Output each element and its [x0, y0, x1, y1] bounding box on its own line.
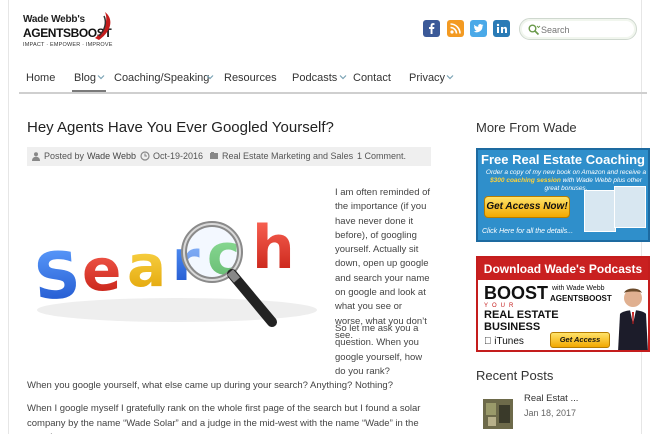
twitter-icon[interactable] [470, 20, 487, 37]
facebook-icon[interactable] [423, 20, 440, 37]
post-comments-link[interactable]: 1 Comment. [357, 151, 406, 161]
post-title[interactable]: Hey Agents Have You Ever Googled Yoursel… [27, 119, 334, 136]
podcast-ad-banner[interactable]: Download Wade's Podcasts BOOST YOUR REAL… [476, 256, 650, 352]
svg-text:h: h [252, 213, 295, 283]
nav-privacy[interactable]: Privacy [409, 72, 445, 84]
post-category-link[interactable]: Real Estate Marketing and Sales [222, 151, 353, 161]
presenter-photo [618, 288, 648, 350]
search-concept-image: S e a r c h [32, 213, 317, 327]
chevron-down-icon [339, 75, 347, 80]
calendar-icon [140, 151, 150, 161]
main-nav: Home Blog Coaching/Speaking Resources Po… [19, 66, 647, 92]
sidebar-more-heading: More From Wade [476, 120, 577, 135]
nav-resources[interactable]: Resources [224, 72, 277, 84]
search-icon [528, 24, 541, 36]
page-frame: Wade Webb's AGENTSBOOST IMPACT · EMPOWER… [8, 0, 650, 434]
svg-text:e: e [82, 236, 121, 304]
nav-home[interactable]: Home [26, 72, 55, 84]
nav-coaching-speaking[interactable]: Coaching/Speaking [114, 72, 209, 84]
get-access-button[interactable]: Get Access Now! [550, 332, 610, 350]
chevron-down-icon [97, 75, 105, 80]
linkedin-icon[interactable] [493, 20, 510, 37]
nav-divider [19, 92, 647, 94]
chevron-down-icon [446, 75, 454, 80]
nav-blog[interactable]: Blog [74, 72, 96, 84]
ad-title: Free Real Estate Coaching [481, 152, 645, 167]
logo-line1: Wade Webb's [23, 14, 85, 25]
recent-post-date: Jan 18, 2017 [524, 408, 577, 418]
nav-contact[interactable]: Contact [353, 72, 391, 84]
post-date: Oct-19-2016 [153, 151, 204, 161]
sidebar-recent-heading: Recent Posts [476, 368, 554, 383]
recent-post-thumbnail[interactable] [483, 399, 513, 429]
search-box[interactable] [519, 18, 637, 40]
book-cover-image [584, 190, 616, 232]
get-access-button[interactable]: Get Access Now! [484, 196, 570, 218]
category-icon [210, 152, 218, 159]
site-logo[interactable]: Wade Webb's AGENTSBOOST IMPACT · EMPOWER… [23, 10, 115, 58]
itunes-label:  iTunes [484, 336, 524, 347]
ad-real-estate-text: REAL ESTATE BUSINESS [484, 309, 559, 333]
recent-post-title[interactable]: Real Estat ... [524, 393, 578, 404]
ad-brand-text: AGENTSBOOST [550, 294, 612, 303]
post-meta-bar: Posted by Wade Webb Oct-19-2016 Real Est… [27, 147, 431, 166]
posted-by-label: Posted by [44, 151, 85, 161]
post-paragraph: When I google myself I gratefully rank o… [27, 403, 421, 434]
logo-swoosh-icon [95, 12, 111, 40]
ad-with-text: with Wade Webb [552, 285, 605, 292]
post-intro-paragraph: I am often reminded of the importance (i… [335, 187, 431, 341]
logo-tagline: IMPACT · EMPOWER · IMPROVE [23, 42, 113, 48]
post-question-paragraph: So let me ask you a question. When you g… [335, 323, 423, 377]
user-icon [32, 152, 40, 161]
chevron-down-icon [206, 75, 214, 80]
book-cover-image [614, 186, 646, 228]
post-paragraph: When you google yourself, what else came… [27, 380, 393, 391]
nav-podcasts[interactable]: Podcasts [292, 72, 337, 84]
ad-footer-link[interactable]: Click Here for all the details... [482, 228, 573, 235]
search-input[interactable] [541, 22, 631, 38]
rss-icon[interactable] [447, 20, 464, 37]
svg-text:a: a [127, 232, 166, 300]
coaching-ad-banner[interactable]: Free Real Estate Coaching Order a copy o… [476, 148, 650, 242]
svg-text:S: S [32, 238, 83, 315]
post-author-link[interactable]: Wade Webb [87, 151, 136, 161]
ad-header: Download Wade's Podcasts [478, 258, 648, 280]
ad-boost-text: BOOST [484, 283, 549, 303]
